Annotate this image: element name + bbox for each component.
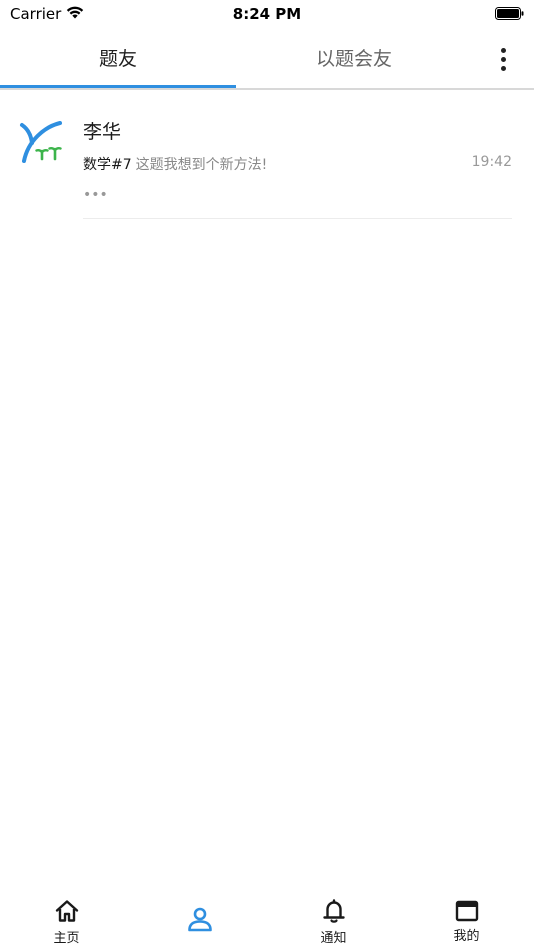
status-time: 8:24 PM (232, 5, 302, 23)
ellipsis-icon: ••• (83, 187, 108, 203)
tab-bar-divider (0, 88, 534, 90)
top-tab-bar: 题友 以题会友 (0, 28, 534, 90)
tab-meet-friends-through-questions[interactable]: 以题会友 (236, 28, 472, 86)
nav-mine-label: 我的 (453, 929, 480, 944)
row-divider (83, 218, 512, 219)
battery-icon (495, 7, 524, 20)
bottom-nav: 主页 通知 我的 (0, 890, 534, 950)
screen: Carrier 8:24 PM 题友 以题会友 李华 数学#7 这题我想到个新方… (0, 0, 534, 950)
bell-icon (323, 899, 345, 923)
person-icon (188, 907, 212, 932)
message-preview: 数学#7 这题我想到个新方法! (83, 154, 267, 174)
tab-friends[interactable]: 题友 (0, 28, 236, 86)
conversation-item[interactable]: 李华 数学#7 这题我想到个新方法! 19:42 ••• (0, 105, 534, 220)
nav-notifications-label: 通知 (320, 931, 347, 946)
nav-home[interactable]: 主页 (0, 890, 133, 950)
more-dot-icon (500, 56, 506, 62)
avatar (20, 121, 62, 163)
nav-mine[interactable]: 我的 (400, 890, 533, 950)
message-text: 这题我想到个新方法! (135, 157, 268, 173)
home-icon (55, 900, 79, 922)
message-time: 19:42 (471, 154, 512, 170)
nav-notifications[interactable]: 通知 (267, 890, 400, 950)
status-bar: Carrier 8:24 PM (0, 0, 534, 28)
nav-home-label: 主页 (53, 931, 80, 946)
question-tag: 数学#7 (83, 157, 132, 173)
contact-name: 李华 (83, 121, 122, 143)
window-icon (455, 900, 479, 922)
more-dot-icon (500, 65, 506, 71)
more-options-button[interactable] (486, 42, 520, 76)
more-dot-icon (500, 47, 506, 53)
nav-friends[interactable] (133, 890, 266, 950)
